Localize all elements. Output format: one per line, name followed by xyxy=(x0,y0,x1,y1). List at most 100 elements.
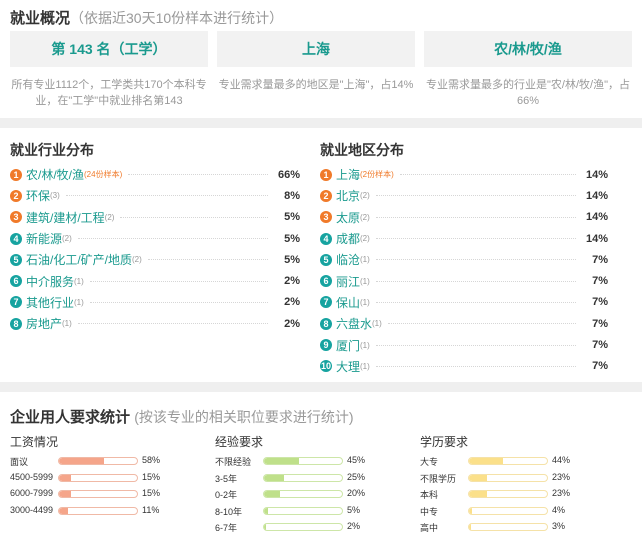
requirement-percentage: 5% xyxy=(347,504,361,515)
requirement-bar xyxy=(58,473,138,482)
industry-item[interactable]: 7 其他行业 (1) 2% xyxy=(10,292,300,313)
dotted-leader xyxy=(399,174,576,176)
region-item[interactable]: 3 太原 (2) 14% xyxy=(320,207,608,228)
region-name-link[interactable]: 成都 xyxy=(336,230,360,247)
industry-item[interactable]: 8 房地产 (1) 2% xyxy=(10,313,300,334)
rank-badge: 3 xyxy=(10,211,22,224)
region-name-link[interactable]: 北京 xyxy=(336,187,360,204)
region-name-link[interactable]: 大理 xyxy=(336,358,360,375)
requirement-bar xyxy=(468,506,548,515)
rank-badge: 7 xyxy=(320,296,332,309)
percentage-value: 5% xyxy=(284,211,300,224)
region-distribution-title: 就业地区分布 xyxy=(320,142,404,158)
dotted-leader xyxy=(65,195,268,197)
dotted-leader xyxy=(387,323,576,325)
industry-name-link[interactable]: 环保 xyxy=(26,187,50,204)
dotted-leader xyxy=(375,344,576,346)
requirement-bar xyxy=(468,490,548,498)
region-name-link[interactable]: 保山 xyxy=(336,294,360,311)
region-item[interactable]: 8 六盘水 (1) 7% xyxy=(320,313,608,334)
requirement-bar-fill xyxy=(264,491,280,497)
industry-item[interactable]: 2 环保 (3) 8% xyxy=(10,185,300,206)
sample-count: (24份样本) xyxy=(84,170,123,180)
requirement-bar-fill xyxy=(59,474,71,481)
rank-badge: 7 xyxy=(10,296,22,309)
requirement-bar-fill xyxy=(264,474,284,481)
percentage-value: 14% xyxy=(585,168,608,181)
region-item[interactable]: 9 厦门 (1) 7% xyxy=(320,334,608,355)
requirement-label: 6-7年 xyxy=(215,523,238,533)
percentage-value: 7% xyxy=(592,339,608,352)
requirement-bar xyxy=(468,473,548,482)
region-name-link[interactable]: 上海 xyxy=(336,166,360,183)
overview-subtitle: （依据近30天10份样本进行统计） xyxy=(70,10,284,26)
requirement-bar xyxy=(263,490,343,498)
dotted-leader xyxy=(77,323,268,325)
requirement-percentage: 3% xyxy=(552,521,566,531)
region-name-link[interactable]: 六盘水 xyxy=(336,315,372,332)
region-name-link[interactable]: 太原 xyxy=(336,209,360,226)
sample-count: (1) xyxy=(360,276,370,286)
requirement-percentage: 25% xyxy=(347,471,366,482)
requirement-bar xyxy=(263,523,343,531)
distribution-panel: 就业行业分布 1 农/林/牧/渔 (24份样本) 66% 2 环保 (3) 8% 3 建筑/建材/… xyxy=(0,128,642,382)
dotted-leader xyxy=(375,216,576,218)
requirement-bar-fill xyxy=(59,458,105,464)
sample-count: (2份样本) xyxy=(360,170,394,180)
region-item[interactable]: 2 北京 (2) 14% xyxy=(320,185,608,206)
percentage-value: 7% xyxy=(592,296,608,309)
region-item[interactable]: 7 保山 (1) 7% xyxy=(320,292,608,313)
sample-count: (1) xyxy=(360,340,370,350)
region-name-link[interactable]: 厦门 xyxy=(336,337,360,354)
region-name-link[interactable]: 临沧 xyxy=(336,251,360,268)
requirement-bar xyxy=(263,506,343,515)
overview-region-box: 上海 xyxy=(217,31,415,67)
percentage-value: 7% xyxy=(592,253,608,266)
requirement-bar-fill xyxy=(469,507,473,514)
requirement-label: 0-2年 xyxy=(215,490,238,500)
industry-name-link[interactable]: 农/林/牧/渔 xyxy=(26,166,84,183)
sample-count: (2) xyxy=(62,234,72,244)
region-item[interactable]: 6 丽江 (1) 7% xyxy=(320,270,608,291)
region-item[interactable]: 1 上海 (2份样本) 14% xyxy=(320,164,608,185)
industry-item[interactable]: 1 农/林/牧/渔 (24份样本) 66% xyxy=(10,164,300,185)
requirement-bar xyxy=(58,506,138,515)
requirement-bar-fill xyxy=(469,524,472,530)
region-item[interactable]: 5 临沧 (1) 7% xyxy=(320,249,608,270)
overview-industry-desc: 专业需求量最多的行业是"农/林/牧/渔"，占66% xyxy=(426,79,630,107)
sample-count: (1) xyxy=(360,255,370,265)
requirement-label: 3000-4499 xyxy=(10,504,54,515)
sample-count: (1) xyxy=(360,297,370,307)
dotted-leader xyxy=(375,195,576,197)
industry-name-link[interactable]: 中介服务 xyxy=(26,273,74,290)
rank-badge: 4 xyxy=(10,232,22,245)
requirement-label: 4500-5999 xyxy=(10,471,54,482)
industry-item[interactable]: 3 建筑/建材/工程 (2) 5% xyxy=(10,207,300,228)
sample-count: (1) xyxy=(62,319,72,329)
requirement-percentage: 2% xyxy=(347,521,361,531)
industry-distribution-list: 1 农/林/牧/渔 (24份样本) 66% 2 环保 (3) 8% 3 建筑/建材/工程 (2) 5%… xyxy=(10,164,300,334)
industry-item[interactable]: 4 新能源 (2) 5% xyxy=(10,228,300,249)
employment-overview-panel: 就业概况（依据近30天10份样本进行统计） 第 143 名（工学） 上海 农/林… xyxy=(0,0,642,118)
industry-name-link[interactable]: 建筑/建材/工程 xyxy=(26,209,105,226)
percentage-value: 7% xyxy=(592,275,608,288)
industry-item[interactable]: 6 中介服务 (1) 2% xyxy=(10,270,300,291)
requirements-title-text: 企业用人要求统计 xyxy=(10,409,131,426)
requirement-percentage: 15% xyxy=(142,488,161,498)
rank-badge: 9 xyxy=(320,339,332,352)
requirement-percentage: 23% xyxy=(552,488,571,498)
requirement-label: 3-5年 xyxy=(215,473,238,484)
rank-badge: 2 xyxy=(320,189,332,202)
region-item[interactable]: 10 大理 (1) 7% xyxy=(320,356,608,377)
industry-name-link[interactable]: 石油/化工/矿产/地质 xyxy=(26,251,132,268)
region-name-link[interactable]: 丽江 xyxy=(336,273,360,290)
requirement-label: 6000-7999 xyxy=(10,488,54,498)
region-item[interactable]: 4 成都 (2) 14% xyxy=(320,228,608,249)
industry-item[interactable]: 5 石油/化工/矿产/地质 (2) 5% xyxy=(10,249,300,270)
industry-name-link[interactable]: 新能源 xyxy=(26,230,62,247)
industry-name-link[interactable]: 其他行业 xyxy=(26,294,74,311)
sample-count: (1) xyxy=(360,361,370,371)
requirement-label: 8-10年 xyxy=(215,506,243,517)
industry-name-link[interactable]: 房地产 xyxy=(26,315,62,332)
overview-title: 就业概况（依据近30天10份样本进行统计） xyxy=(10,7,283,28)
